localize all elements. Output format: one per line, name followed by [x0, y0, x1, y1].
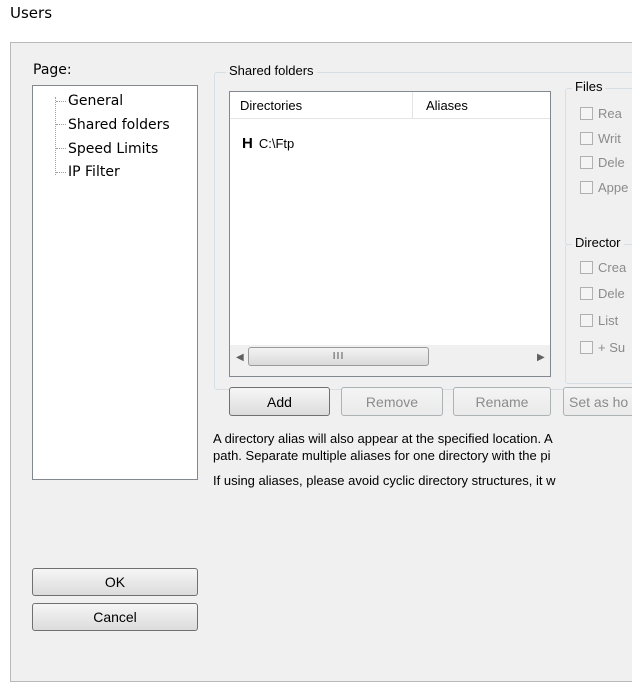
file-permission-read[interactable]: Rea [580, 106, 622, 121]
remove-button[interactable]: Remove [341, 387, 443, 416]
files-group-title: Files [572, 79, 606, 94]
column-header-directories[interactable]: Directories [230, 92, 413, 119]
directory-path: C:\Ftp [258, 136, 295, 151]
tree-branch-line [56, 148, 66, 149]
ok-button[interactable]: OK [32, 568, 198, 596]
checkbox-icon[interactable] [580, 107, 593, 120]
alias-info-text-2: path. Separate multiple aliases for one … [213, 448, 551, 463]
tree-item-shared-folders[interactable]: Shared folders [68, 116, 170, 134]
directory-permission-create[interactable]: Crea [580, 260, 626, 275]
tree-item-speed-limits[interactable]: Speed Limits [68, 140, 158, 158]
shared-folders-group-title: Shared folders [226, 63, 317, 78]
checkbox-icon[interactable] [580, 132, 593, 145]
file-permission-delete[interactable]: Dele [580, 155, 625, 170]
checkbox-icon[interactable] [580, 314, 593, 327]
directory-permission-list[interactable]: List [580, 313, 618, 328]
directories-group-title: Director [572, 235, 624, 250]
window-title: Users [10, 4, 53, 22]
page-label: Page: [33, 62, 72, 78]
checkbox-icon[interactable] [580, 261, 593, 274]
set-as-home-button[interactable]: Set as ho [563, 387, 632, 416]
checkbox-icon[interactable] [580, 287, 593, 300]
scroll-right-arrow-icon[interactable]: ▶ [537, 352, 545, 363]
checkbox-icon[interactable] [580, 181, 593, 194]
cyclic-warning-text: If using aliases, please avoid cyclic di… [213, 473, 556, 488]
tree-item-general[interactable]: General [68, 92, 123, 110]
home-directory-flag: H [242, 135, 253, 152]
alias-info-text: A directory alias will also appear at th… [213, 431, 553, 446]
tree-branch-line [56, 172, 66, 173]
rename-button[interactable]: Rename [453, 387, 551, 416]
directories-list[interactable] [229, 91, 551, 377]
scroll-grip-icon: III [332, 351, 345, 362]
checkbox-icon[interactable] [580, 341, 593, 354]
checkbox-icon[interactable] [580, 156, 593, 169]
tree-branch-line [56, 101, 66, 102]
directory-permission-delete[interactable]: Dele [580, 286, 625, 301]
scroll-left-arrow-icon[interactable]: ◀ [236, 352, 244, 363]
scroll-thumb[interactable]: III [248, 347, 429, 366]
file-permission-append[interactable]: Appe [580, 180, 628, 195]
tree-branch-line [56, 124, 66, 125]
tree-item-ip-filter[interactable]: IP Filter [68, 163, 120, 181]
list-item[interactable]: H C:\Ftp [242, 135, 294, 152]
column-header-aliases[interactable]: Aliases [413, 92, 550, 119]
cancel-button[interactable]: Cancel [32, 603, 198, 631]
add-button[interactable]: Add [229, 387, 330, 416]
tree-connector-line [55, 97, 56, 175]
directory-permission-subdirs[interactable]: + Su [580, 340, 625, 355]
file-permission-write[interactable]: Writ [580, 131, 621, 146]
